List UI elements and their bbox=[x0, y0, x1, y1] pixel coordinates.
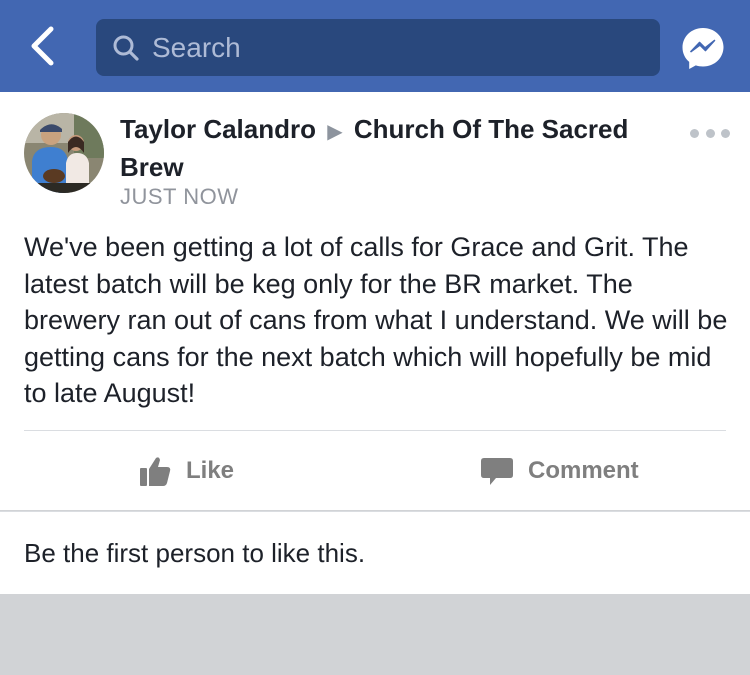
post-header: Taylor Calandro ▶ Church Of The Sacred B… bbox=[120, 112, 680, 185]
back-button[interactable] bbox=[22, 22, 62, 70]
more-options-button[interactable] bbox=[690, 118, 730, 148]
likes-summary-text: Be the first person to like this. bbox=[24, 538, 366, 568]
like-button[interactable]: Like bbox=[138, 446, 234, 496]
post-timestamp[interactable]: JUST NOW bbox=[120, 184, 238, 210]
chevron-left-icon bbox=[31, 26, 54, 66]
comment-bubble-icon bbox=[481, 458, 513, 485]
messenger-icon bbox=[682, 28, 724, 69]
top-navigation-bar bbox=[0, 0, 750, 92]
triangle-right-icon: ▶ bbox=[327, 121, 343, 143]
divider bbox=[24, 430, 726, 431]
comment-button[interactable]: Comment bbox=[480, 446, 639, 496]
avatar[interactable] bbox=[24, 113, 104, 193]
likes-summary-bar: Be the first person to like this. bbox=[0, 511, 750, 594]
search-icon bbox=[113, 35, 139, 61]
author-name[interactable]: Taylor Calandro bbox=[120, 114, 316, 144]
profile-photo bbox=[24, 113, 104, 193]
search-input[interactable] bbox=[150, 30, 634, 65]
like-label: Like bbox=[186, 457, 235, 484]
more-dot-icon bbox=[721, 128, 730, 138]
more-dot-icon bbox=[705, 128, 715, 138]
thumbs-up-icon bbox=[140, 457, 171, 486]
messenger-button[interactable] bbox=[680, 25, 726, 71]
search-bar[interactable] bbox=[96, 19, 660, 76]
more-dot-icon bbox=[690, 128, 699, 138]
comment-label: Comment bbox=[528, 457, 639, 484]
post-body: We've been getting a lot of calls for Gr… bbox=[24, 232, 728, 408]
